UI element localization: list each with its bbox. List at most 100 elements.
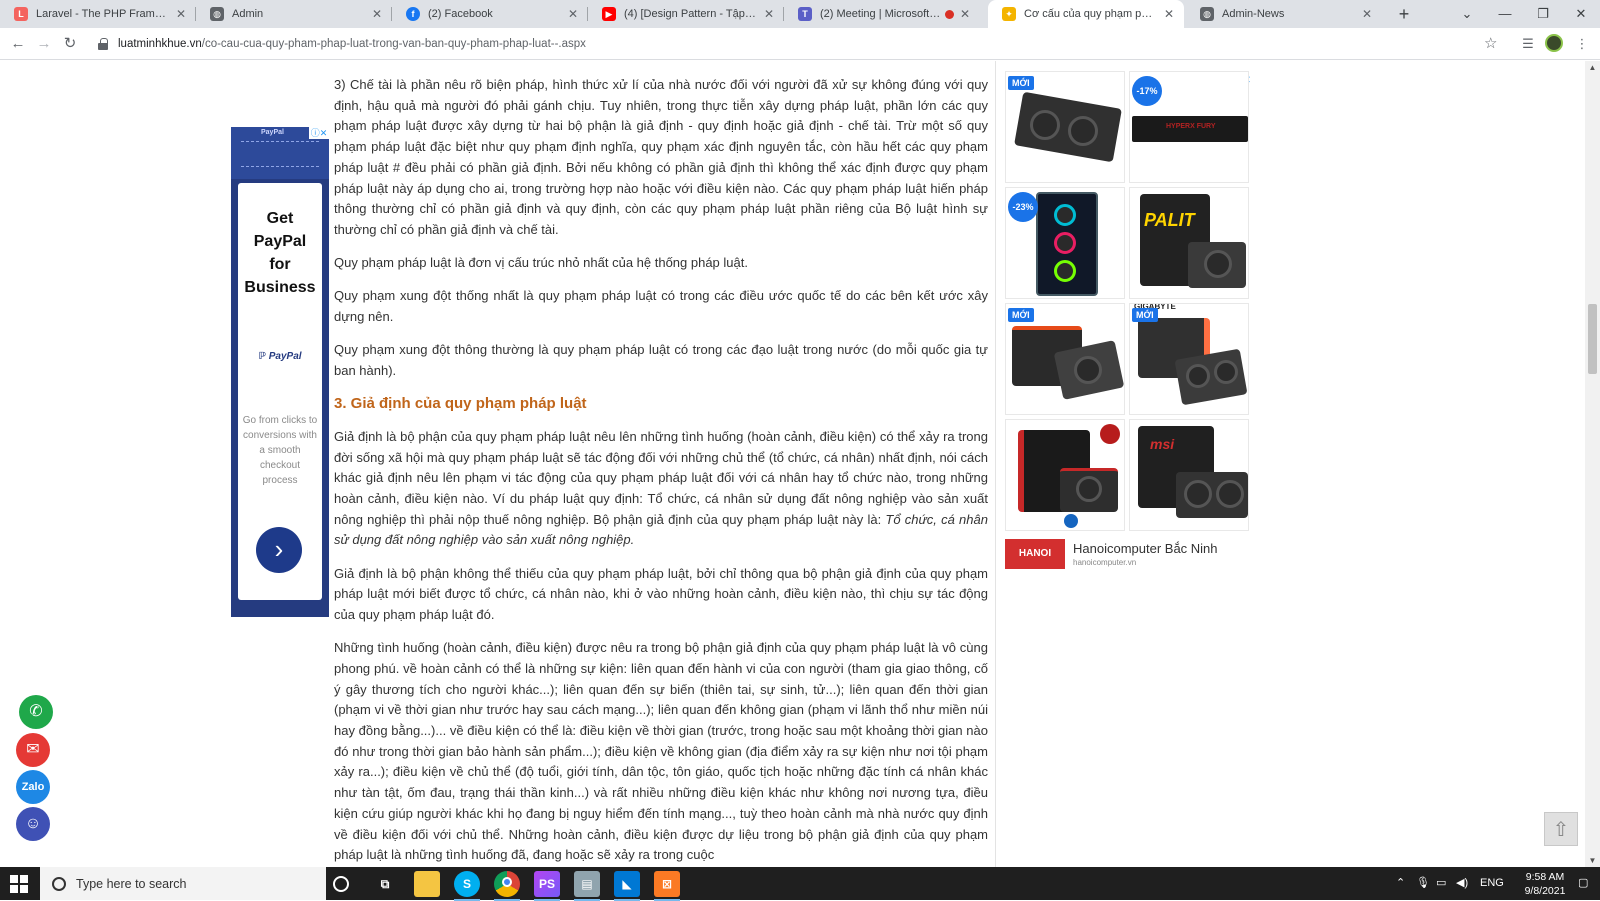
chat-icon[interactable]: ☺ bbox=[16, 807, 50, 841]
article-paragraph: Giả định là bộ phận của quy phạm pháp lu… bbox=[334, 427, 988, 551]
phpstorm-icon[interactable]: PS bbox=[534, 871, 560, 901]
discount-badge: -17% bbox=[1132, 76, 1162, 106]
language-indicator[interactable]: ENG bbox=[1480, 867, 1504, 900]
headline-line: for bbox=[269, 256, 291, 273]
advertiser-row[interactable]: HANOI Hanoicomputer Bắc Ninh hanoicomput… bbox=[1005, 539, 1251, 575]
taskbar-clock[interactable]: 9:58 AM 9/8/2021 bbox=[1516, 870, 1574, 898]
notifications-icon[interactable]: ▢ bbox=[1578, 867, 1588, 900]
adchoices-icon[interactable]: ⓘ✕ bbox=[309, 127, 329, 139]
volume-icon[interactable]: ◀) bbox=[1456, 867, 1468, 900]
network-icon[interactable]: ▭ bbox=[1436, 867, 1446, 900]
advertiser-name[interactable]: Hanoicomputer Bắc Ninh bbox=[1073, 541, 1218, 556]
url-path: /co-cau-cua-quy-pham-phap-luat-trong-van… bbox=[201, 38, 586, 50]
scroll-down-icon[interactable]: ▼ bbox=[1585, 856, 1600, 865]
chrome-icon[interactable] bbox=[494, 871, 520, 901]
reload-icon[interactable]: ↻ bbox=[60, 34, 80, 54]
product-tile[interactable]: MỚI bbox=[1005, 303, 1125, 415]
cortana-icon[interactable] bbox=[333, 876, 349, 892]
youtube-icon: ▶ bbox=[602, 7, 616, 21]
taskbar-search-box[interactable]: Type here to search bbox=[40, 867, 326, 900]
article-paragraph: Quy phạm xung đột thông thường là quy ph… bbox=[334, 342, 988, 378]
address-bar[interactable]: luatminhkhue.vn /co-cau-cua-quy-pham-pha… bbox=[92, 33, 1512, 55]
tab-teams[interactable]: T (2) Meeting | Microsoft Team ✕ bbox=[784, 0, 980, 28]
chevron-right-icon[interactable]: › bbox=[256, 527, 302, 573]
minimize-icon[interactable]: — bbox=[1486, 0, 1524, 28]
ad-headline: Get PayPal for Business bbox=[238, 207, 322, 299]
reading-list-icon[interactable]: ☰ bbox=[1518, 34, 1538, 54]
tab-search-icon[interactable]: ⌄ bbox=[1448, 0, 1486, 28]
article-paragraph: 3) Chế tài là phần nêu rõ biện pháp, hìn… bbox=[334, 77, 988, 237]
tab-title: Admin bbox=[232, 8, 264, 20]
fan-image bbox=[1186, 364, 1210, 388]
ad-doodle bbox=[241, 141, 319, 167]
tab-title: Admin-News bbox=[1222, 8, 1285, 20]
close-icon[interactable]: ✕ bbox=[762, 7, 776, 21]
back-icon[interactable]: ← bbox=[8, 34, 28, 54]
task-view-icon[interactable]: ⧉ bbox=[372, 871, 398, 897]
close-icon[interactable]: ✕ bbox=[566, 7, 580, 21]
product-tile[interactable]: HYPERX FURY -17% bbox=[1129, 71, 1249, 183]
restore-icon[interactable]: ❐ bbox=[1524, 0, 1562, 28]
product-tile[interactable] bbox=[1005, 419, 1125, 531]
tab-title: Laravel - The PHP Framework For bbox=[36, 8, 170, 20]
fan-image bbox=[1204, 250, 1232, 278]
window-close-icon[interactable]: ✕ bbox=[1562, 0, 1600, 28]
product-tile[interactable]: GIGABYTE MỚI bbox=[1129, 303, 1249, 415]
file-explorer-icon[interactable] bbox=[414, 871, 440, 897]
headline-line: Get bbox=[266, 210, 294, 227]
paypal-ad[interactable]: PayPal ⓘ✕ Get PayPal for Business ℙ PayP… bbox=[231, 127, 329, 617]
advertiser-url: hanoicomputer.vn bbox=[1073, 558, 1137, 567]
product-ad[interactable]: ⓘ ✕ MỚI HYPERX FURY -17% -23% PALIT bbox=[1005, 71, 1251, 569]
article-paragraph: Giả định là bộ phận không thể thiếu của … bbox=[334, 565, 988, 622]
lmk-icon: ✦ bbox=[1002, 7, 1016, 21]
article-body: 3) Chế tài là phần nêu rõ biện pháp, hìn… bbox=[334, 75, 988, 867]
product-tile[interactable]: -23% bbox=[1005, 187, 1125, 299]
zalo-icon[interactable]: Zalo bbox=[16, 770, 50, 804]
new-badge: MỚI bbox=[1132, 308, 1158, 322]
product-tile[interactable]: MỚI bbox=[1005, 71, 1125, 183]
paypal-logo: ℙ PayPal bbox=[238, 351, 322, 362]
page-scrollbar[interactable]: ▲ ▼ bbox=[1585, 61, 1600, 867]
new-badge: MỚI bbox=[1008, 308, 1034, 322]
menu-icon[interactable]: ⋮ bbox=[1572, 34, 1592, 54]
tab-youtube[interactable]: ▶ (4) [Design Pattern - Tập 1] Desi ✕ bbox=[588, 0, 784, 28]
warranty-badge-icon bbox=[1100, 424, 1120, 444]
bookmark-star-icon[interactable]: ☆ bbox=[1484, 34, 1497, 52]
scroll-to-top-button[interactable]: ⇧ bbox=[1544, 812, 1578, 846]
tab-laravel[interactable]: L Laravel - The PHP Framework For ✕ bbox=[0, 0, 196, 28]
close-icon[interactable]: ✕ bbox=[174, 7, 188, 21]
tab-admin[interactable]: ◍ Admin ✕ bbox=[196, 0, 392, 28]
tab-active-article[interactable]: ✦ Cơ cấu của quy phạm pháp luật ✕ bbox=[988, 0, 1184, 28]
tab-facebook[interactable]: f (2) Facebook ✕ bbox=[392, 0, 588, 28]
tab-title: (2) Facebook bbox=[428, 8, 493, 20]
product-tile[interactable]: PALIT bbox=[1129, 187, 1249, 299]
close-icon[interactable]: ✕ bbox=[1162, 7, 1176, 21]
browser-toolbar: ← → ↻ luatminhkhue.vn /co-cau-cua-quy-ph… bbox=[0, 28, 1600, 60]
skype-icon[interactable]: S bbox=[454, 871, 480, 901]
article-paragraph: Quy phạm xung đột thống nhất là quy phạm… bbox=[334, 288, 988, 325]
close-icon[interactable]: ✕ bbox=[958, 7, 972, 21]
tray-chevron-icon[interactable]: ⌃ bbox=[1396, 867, 1405, 900]
vscode-icon[interactable]: ◣ bbox=[614, 871, 640, 901]
ad-brand: PayPal bbox=[261, 129, 284, 136]
headline-line: PayPal bbox=[253, 233, 307, 250]
mail-icon[interactable]: ✉ bbox=[16, 733, 50, 767]
close-icon[interactable]: ✕ bbox=[370, 7, 384, 21]
tab-admin-news[interactable]: ◍ Admin-News ✕ bbox=[1186, 0, 1382, 28]
msi-label: msi bbox=[1150, 436, 1175, 452]
notepad-icon[interactable]: ▤ bbox=[574, 871, 600, 901]
xampp-icon[interactable]: ⊠ bbox=[654, 871, 680, 901]
phone-icon[interactable]: ✆ bbox=[19, 695, 53, 729]
close-icon[interactable]: ✕ bbox=[1360, 7, 1374, 21]
tab-title: (4) [Design Pattern - Tập 1] Desi bbox=[624, 8, 758, 20]
microphone-icon[interactable]: 🎙 bbox=[1416, 867, 1430, 900]
profile-avatar[interactable] bbox=[1545, 34, 1563, 52]
ad-card[interactable]: Get PayPal for Business ℙ PayPal Go from… bbox=[238, 183, 322, 600]
windows-start-icon[interactable] bbox=[10, 875, 28, 893]
globe-icon: ◍ bbox=[210, 7, 224, 21]
new-tab-icon[interactable]: + bbox=[1394, 4, 1414, 24]
scroll-up-icon[interactable]: ▲ bbox=[1585, 63, 1600, 72]
product-tile[interactable]: msi bbox=[1129, 419, 1249, 531]
scrollbar-thumb[interactable] bbox=[1588, 304, 1597, 374]
forward-icon[interactable]: → bbox=[34, 34, 54, 54]
